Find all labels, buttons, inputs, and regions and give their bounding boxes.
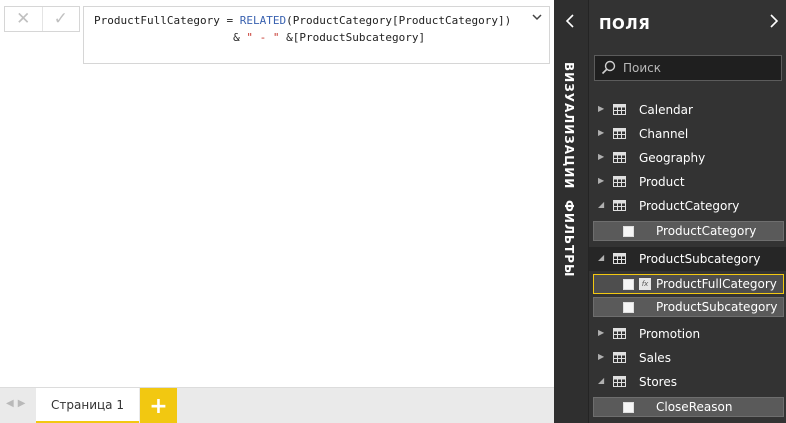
table-row-channel[interactable]: ▶ Channel bbox=[589, 122, 786, 146]
collapsed-panes-strip: ВИЗУАЛИЗАЦИИ ФИЛЬТРЫ bbox=[554, 0, 588, 423]
field-name: CloseReason bbox=[656, 400, 733, 414]
table-icon bbox=[613, 376, 626, 387]
page-tabs-bar: ◀▶ Страница 1 + bbox=[0, 387, 554, 423]
field-checkbox[interactable] bbox=[623, 226, 634, 237]
table-row-calendar[interactable]: ▶ Calendar bbox=[589, 98, 786, 122]
field-checkbox[interactable] bbox=[623, 302, 634, 313]
collapse-arrow-icon[interactable]: ◢ bbox=[598, 200, 604, 209]
table-row-product[interactable]: ▶ Product bbox=[589, 170, 786, 194]
search-input[interactable] bbox=[623, 59, 773, 77]
fields-title: ПОЛЯ bbox=[599, 15, 651, 33]
table-icon bbox=[613, 328, 626, 339]
table-name: Stores bbox=[639, 375, 677, 389]
table-icon bbox=[613, 253, 626, 264]
check-icon: ✓ bbox=[53, 9, 68, 29]
page-tab-label: Страница 1 bbox=[51, 397, 124, 412]
table-row-geography[interactable]: ▶ Geography bbox=[589, 146, 786, 170]
formula-args: (ProductCategory[ProductCategory]) bbox=[286, 14, 512, 27]
field-productfullcategory[interactable]: fx ProductFullCategory bbox=[593, 274, 784, 294]
table-name: Sales bbox=[639, 351, 671, 365]
field-productcategory[interactable]: ProductCategory bbox=[593, 221, 784, 241]
search-icon bbox=[601, 60, 616, 75]
field-checkbox[interactable] bbox=[623, 279, 634, 290]
report-canvas[interactable]: ✕ ✓ ProductFullCategory = RELATED(Produc… bbox=[0, 0, 554, 387]
fields-pane: ПОЛЯ ▶ Calendar ▶ Channel ▶ Geography ▶ bbox=[588, 0, 786, 423]
field-checkbox[interactable] bbox=[623, 402, 634, 413]
table-name: ProductSubcategory bbox=[639, 252, 761, 266]
field-name: ProductFullCategory bbox=[656, 277, 777, 291]
formula-function: RELATED bbox=[239, 14, 287, 27]
table-row-productsubcategory[interactable]: ◢ ProductSubcategory bbox=[589, 247, 786, 271]
table-row-promotion[interactable]: ▶ Promotion bbox=[589, 322, 786, 346]
page-nav-arrows[interactable]: ◀▶ bbox=[6, 398, 29, 409]
expand-arrow-icon[interactable]: ▶ bbox=[598, 128, 604, 137]
field-name: ProductSubcategory bbox=[656, 300, 778, 314]
powerbi-window: ✕ ✓ ProductFullCategory = RELATED(Produc… bbox=[0, 0, 786, 423]
table-name: Promotion bbox=[639, 327, 701, 341]
page-tab[interactable]: Страница 1 bbox=[36, 388, 139, 423]
table-row-stores[interactable]: ◢ Stores bbox=[589, 370, 786, 394]
field-closereason[interactable]: CloseReason bbox=[593, 397, 784, 417]
table-row-productcategory[interactable]: ◢ ProductCategory bbox=[589, 194, 786, 218]
collapse-arrow-icon[interactable]: ◢ bbox=[598, 376, 604, 385]
formula-string: " - " bbox=[246, 31, 280, 44]
formula-editor[interactable]: ProductFullCategory = RELATED(ProductCat… bbox=[83, 6, 550, 64]
x-icon: ✕ bbox=[16, 9, 31, 29]
table-icon bbox=[613, 200, 626, 211]
table-icon bbox=[613, 104, 626, 115]
expand-arrow-icon[interactable]: ▶ bbox=[598, 352, 604, 361]
collapse-arrow-icon[interactable]: ◢ bbox=[598, 253, 604, 262]
table-icon bbox=[613, 152, 626, 163]
chevron-left-icon[interactable] bbox=[565, 14, 575, 32]
table-name: Channel bbox=[639, 127, 689, 141]
formula-indent bbox=[94, 31, 233, 44]
expand-arrow-icon[interactable]: ▶ bbox=[598, 104, 604, 113]
formula-buttons: ✕ ✓ bbox=[4, 6, 80, 32]
formula-amp: & bbox=[233, 31, 247, 44]
table-name: ProductCategory bbox=[639, 199, 740, 213]
table-icon bbox=[613, 128, 626, 139]
fields-search bbox=[594, 55, 782, 81]
filters-pane-tab[interactable]: ФИЛЬТРЫ bbox=[562, 200, 576, 277]
calculated-column-icon: fx bbox=[639, 278, 651, 290]
fields-header: ПОЛЯ bbox=[589, 0, 786, 48]
cancel-formula-button[interactable]: ✕ bbox=[5, 7, 42, 31]
field-productsubcategory[interactable]: ProductSubcategory bbox=[593, 297, 784, 317]
formula-equals: = bbox=[219, 14, 240, 27]
visualizations-pane-tab[interactable]: ВИЗУАЛИЗАЦИИ bbox=[562, 62, 576, 189]
table-name: Geography bbox=[639, 151, 706, 165]
add-page-button[interactable]: + bbox=[140, 388, 177, 423]
formula-text[interactable]: ProductFullCategory = RELATED(ProductCat… bbox=[94, 12, 511, 46]
expand-arrow-icon[interactable]: ▶ bbox=[598, 152, 604, 161]
plus-icon: + bbox=[149, 393, 168, 419]
chevron-down-icon[interactable] bbox=[531, 11, 543, 26]
table-icon bbox=[613, 352, 626, 363]
commit-formula-button[interactable]: ✓ bbox=[41, 7, 80, 31]
expand-arrow-icon[interactable]: ▶ bbox=[598, 176, 604, 185]
table-icon bbox=[613, 176, 626, 187]
expand-arrow-icon[interactable]: ▶ bbox=[598, 328, 604, 337]
formula-measure-name: ProductFullCategory bbox=[94, 14, 220, 27]
table-name: Calendar bbox=[639, 103, 693, 117]
chevron-right-icon[interactable] bbox=[769, 14, 779, 32]
formula-rest: &[ProductSubcategory] bbox=[279, 31, 426, 44]
table-name: Product bbox=[639, 175, 685, 189]
field-name: ProductCategory bbox=[656, 224, 757, 238]
table-row-sales[interactable]: ▶ Sales bbox=[589, 346, 786, 370]
